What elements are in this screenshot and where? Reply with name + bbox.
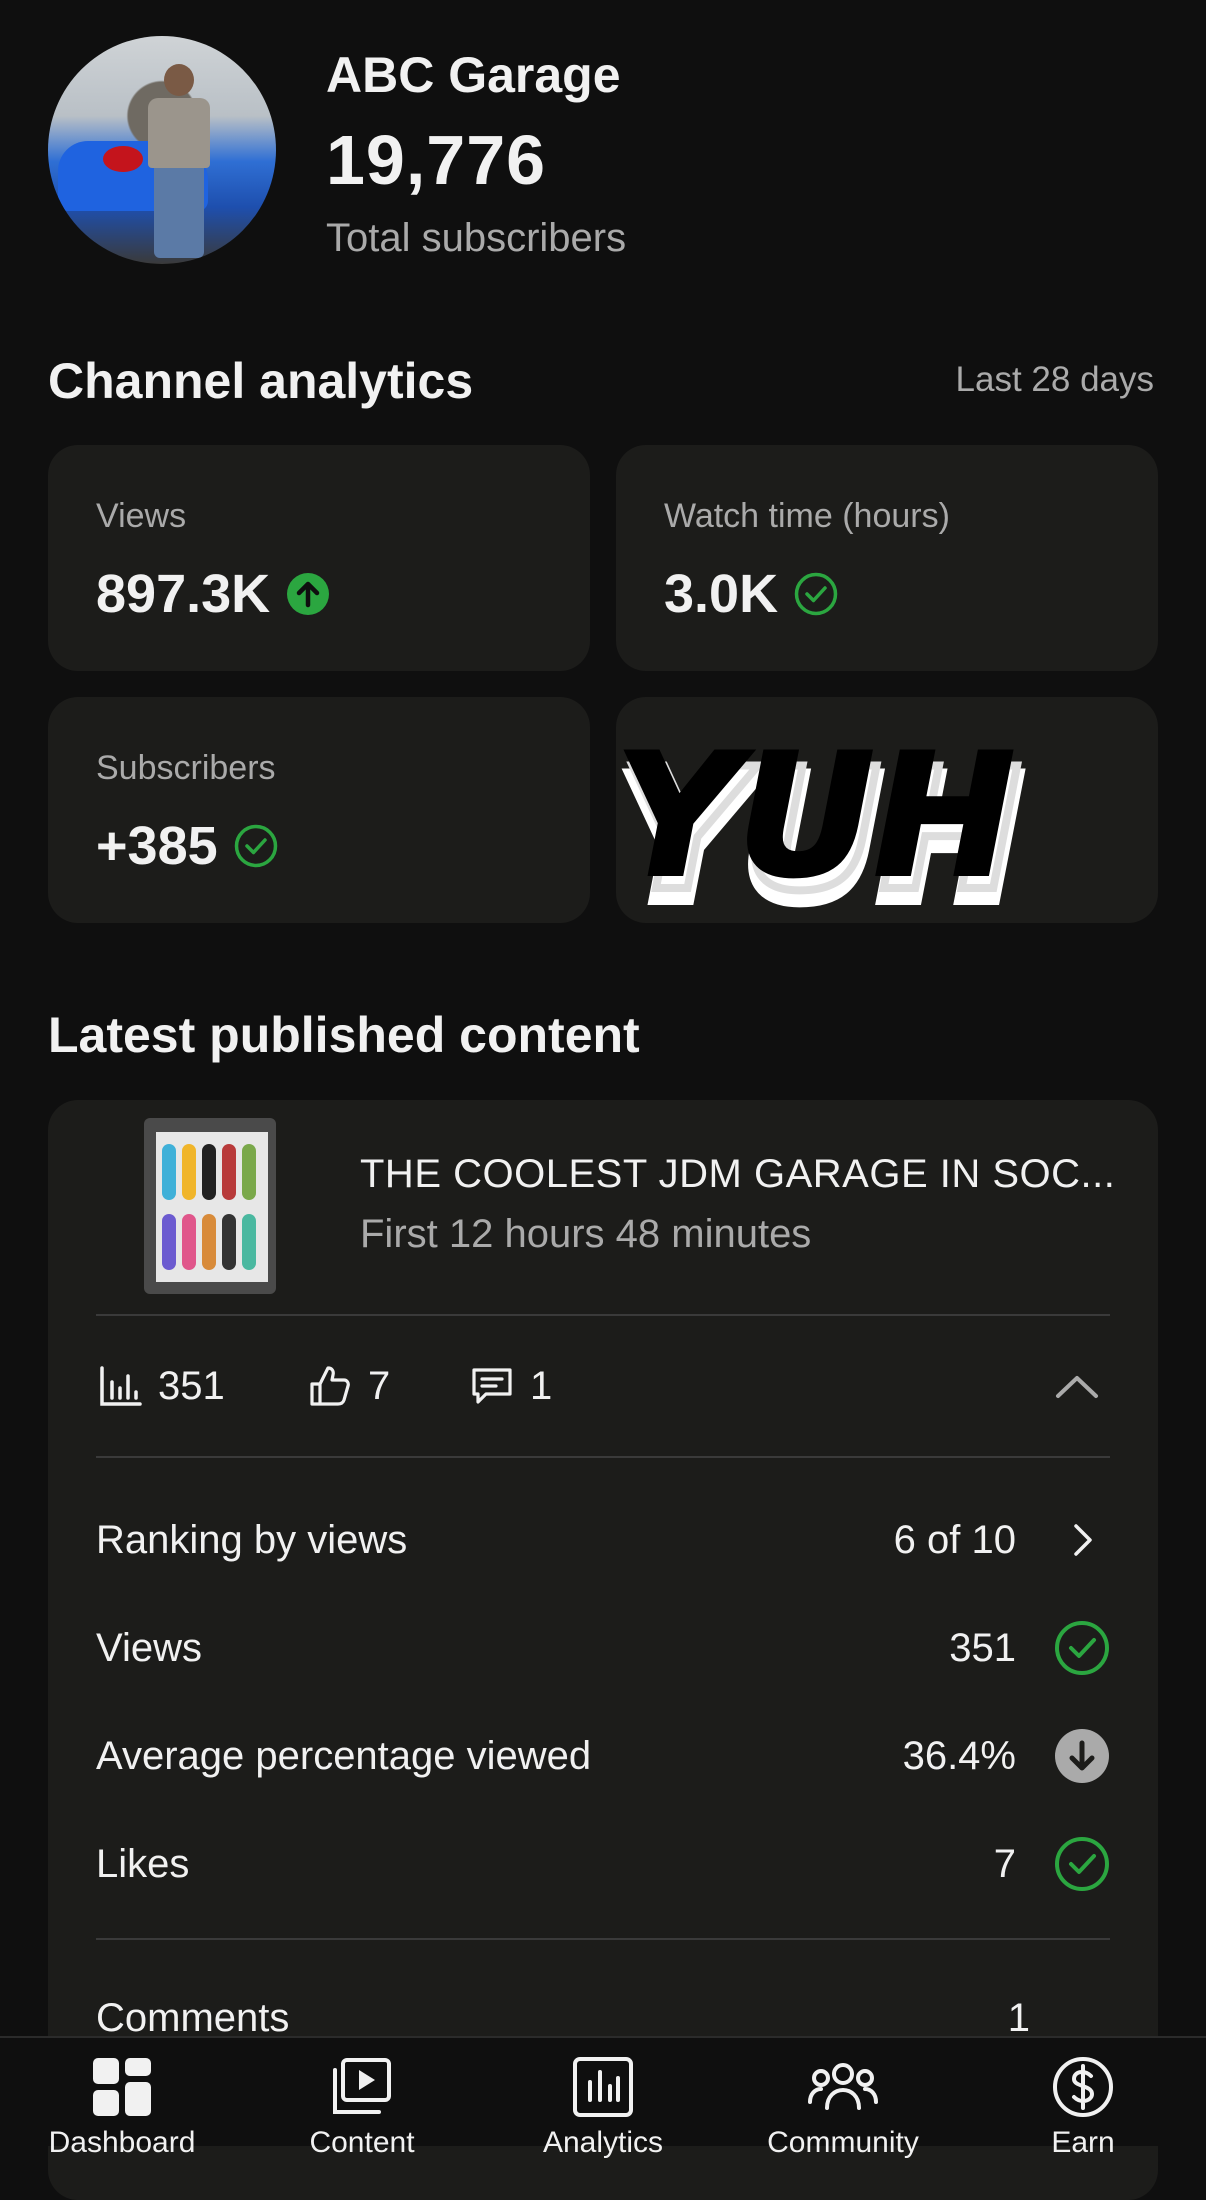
nav-analytics[interactable]: Analytics: [503, 2056, 703, 2160]
nav-dashboard-label: Dashboard: [48, 2126, 196, 2159]
views-row-value: 351: [949, 1626, 1016, 1670]
views-stat-value: 351: [158, 1363, 225, 1408]
avatar-person: [148, 64, 210, 258]
subscriber-count: 19,776: [326, 121, 547, 199]
ranking-value: 6 of 10: [893, 1518, 1016, 1562]
watch-time-card-label: Watch time (hours): [664, 497, 950, 535]
views-row: Views 351: [96, 1620, 1110, 1680]
likes-row-value: 7: [993, 1842, 1016, 1886]
nav-content-label: Content: [309, 2126, 415, 2159]
chevron-right-icon: [1074, 1524, 1092, 1556]
check-circle-icon: [794, 572, 838, 616]
ranking-row[interactable]: Ranking by views 6 of 10: [96, 1512, 1110, 1572]
earn-icon: [1053, 2057, 1113, 2117]
video-title[interactable]: THE COOLEST JDM GARAGE IN SOC...: [360, 1152, 1115, 1197]
check-circle-icon: [234, 824, 277, 868]
check-circle-icon: [1055, 1837, 1109, 1891]
ranking-label: Ranking by views: [96, 1518, 408, 1562]
views-row-label: Views: [96, 1626, 202, 1670]
video-timeframe: First 12 hours 48 minutes: [360, 1212, 812, 1256]
date-range-label: Last 28 days: [955, 360, 1154, 399]
nav-analytics-label: Analytics: [542, 2126, 664, 2159]
arrow-up-circle-icon: [287, 573, 330, 615]
svg-text:YUH: YUH: [616, 718, 1015, 914]
subscribers-card-label: Subscribers: [96, 749, 276, 787]
channel-name: ABC Garage: [326, 47, 621, 103]
dashboard-icon: [93, 2058, 151, 2116]
avg-percentage-label: Average percentage viewed: [96, 1734, 592, 1778]
avatar-bow: [103, 146, 143, 172]
views-card-label: Views: [96, 497, 187, 535]
nav-earn[interactable]: Earn: [983, 2056, 1183, 2160]
subscriber-label: Total subscribers: [326, 216, 627, 260]
bar-chart-icon: [100, 1366, 142, 1406]
community-icon: [808, 2063, 878, 2110]
watch-time-card-value: 3.0K: [664, 564, 779, 624]
yuh-sticker: YUH YUH YUH: [614, 716, 1028, 920]
comment-icon: [472, 1368, 512, 1404]
avg-percentage-value: 36.4%: [902, 1734, 1016, 1778]
check-circle-icon: [1055, 1621, 1109, 1675]
views-card-value: 897.3K: [96, 564, 271, 624]
likes-stat-value: 7: [368, 1363, 391, 1408]
divider: [96, 1314, 1110, 1316]
latest-content-title: Latest published content: [48, 1007, 640, 1063]
nav-content[interactable]: Content: [262, 2056, 462, 2160]
comments-stat: 1: [468, 1362, 552, 1410]
likes-row: Likes 7: [96, 1836, 1110, 1896]
divider: [96, 1456, 1110, 1458]
likes-stat: 7: [306, 1362, 390, 1410]
watch-time-card[interactable]: Watch time (hours) 3.0K: [616, 445, 1158, 671]
subscribers-card[interactable]: Subscribers +385: [48, 697, 590, 923]
chevron-up-icon[interactable]: [1052, 1366, 1102, 1406]
bottom-nav: Dashboard Content Analytics Community Ea…: [0, 2036, 1206, 2159]
avg-percentage-row: Average percentage viewed 36.4%: [96, 1728, 1110, 1788]
analytics-icon: [573, 2057, 633, 2117]
views-stat: 351: [96, 1362, 225, 1410]
nav-earn-label: Earn: [1051, 2126, 1115, 2159]
nav-dashboard[interactable]: Dashboard: [22, 2056, 222, 2160]
latest-content-card: THE COOLEST JDM GARAGE IN SOC... First 1…: [48, 1100, 1158, 2200]
video-thumbnail[interactable]: [144, 1118, 276, 1294]
content-icon: [333, 2058, 391, 2114]
views-card[interactable]: Views 897.3K: [48, 445, 590, 671]
channel-analytics-title: Channel analytics: [48, 353, 474, 409]
nav-community[interactable]: Community: [743, 2056, 943, 2160]
comments-stat-value: 1: [530, 1363, 553, 1408]
likes-row-label: Likes: [96, 1842, 190, 1886]
subscribers-card-value: +385: [96, 816, 218, 876]
comments-row-value: 1: [1007, 1996, 1030, 2040]
arrow-down-circle-icon: [1055, 1729, 1109, 1783]
comments-row-label: Comments: [96, 1996, 290, 2040]
nav-community-label: Community: [767, 2126, 919, 2159]
channel-avatar[interactable]: [48, 36, 276, 264]
divider: [96, 1938, 1110, 1940]
thumbs-up-icon: [310, 1366, 350, 1406]
